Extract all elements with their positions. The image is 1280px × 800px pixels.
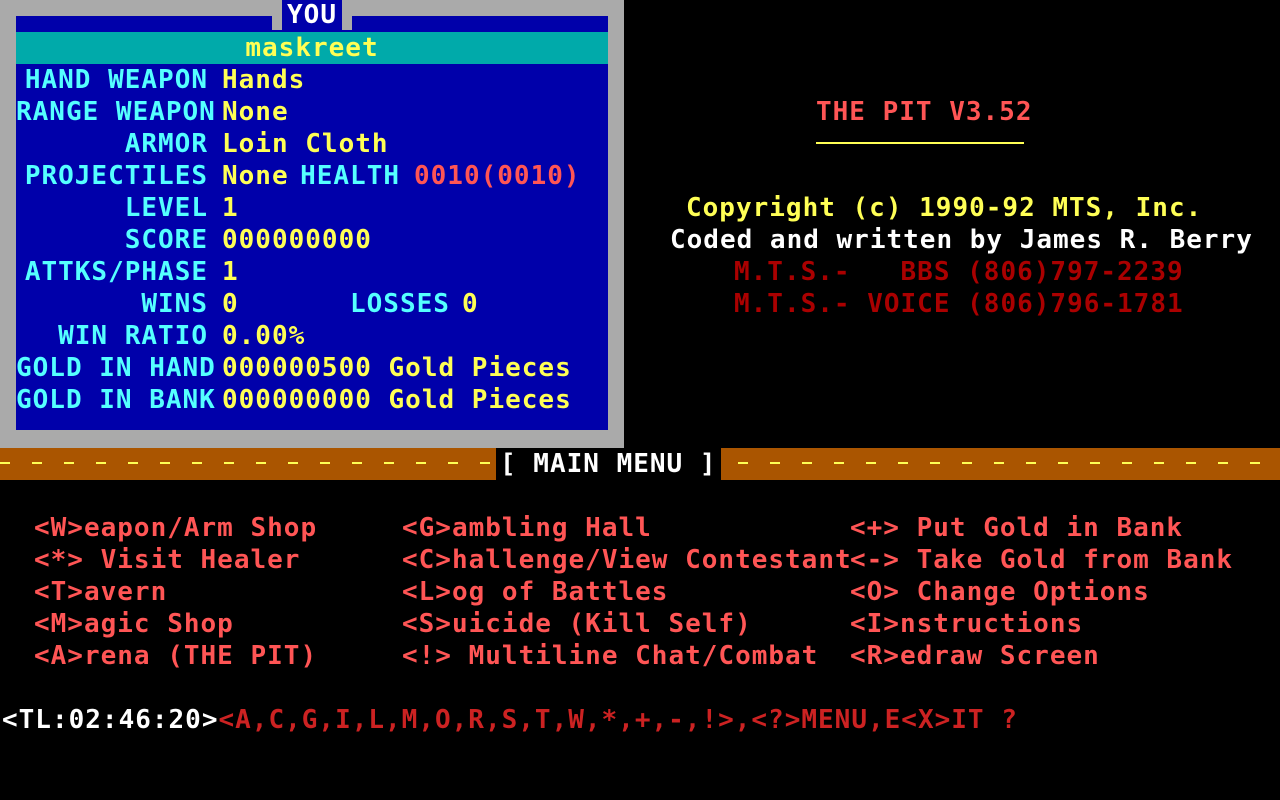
- attacks-per-phase-label: ATTKS/PHASE: [24, 257, 208, 287]
- menu-item-take-gold-from-bank[interactable]: <-> Take Gold from Bank: [850, 544, 1233, 576]
- losses-value: 0: [462, 289, 479, 319]
- menu-item-gambling-hall[interactable]: <G>ambling Hall: [402, 512, 652, 544]
- menu-item-tavern[interactable]: <T>avern: [34, 576, 167, 608]
- menu-item-multiline-chat[interactable]: <!> Multiline Chat/Combat: [402, 640, 818, 672]
- wins-value: 0: [222, 289, 239, 319]
- game-title: THE PIT V3.52: [816, 97, 1033, 127]
- menu-item-put-gold-in-bank[interactable]: <+> Put Gold in Bank: [850, 512, 1183, 544]
- score-value: 000000000: [222, 225, 372, 255]
- menu-item-challenge[interactable]: <C>hallenge/View Contestant: [402, 544, 852, 576]
- voice-phone-line: M.T.S.- VOICE (806)796-1781: [734, 289, 1184, 319]
- gold-in-bank-value: 000000000 Gold Pieces: [222, 385, 572, 415]
- win-ratio-label: WIN RATIO: [58, 321, 208, 351]
- menu-item-change-options[interactable]: <O> Change Options: [850, 576, 1150, 608]
- level-label: LEVEL: [124, 193, 208, 223]
- hand-weapon-label: HAND WEAPON: [24, 65, 208, 95]
- player-name: maskreet: [16, 32, 608, 64]
- armor-label: ARMOR: [124, 129, 208, 159]
- hand-weapon-value: Hands: [222, 65, 306, 95]
- command-prompt[interactable]: <TL:02:46:20><A,C,G,I,L,M,O,R,S,T,W,*,+,…: [2, 704, 1018, 736]
- command-options: <A,C,G,I,L,M,O,R,S,T,W,*,+,-,!>,<?>MENU,…: [218, 705, 1018, 735]
- menu-bar-dash-right: [706, 462, 1280, 464]
- armor-value: Loin Cloth: [222, 129, 389, 159]
- menu-item-weapon-shop[interactable]: <W>eapon/Arm Shop: [34, 512, 317, 544]
- menu-item-instructions[interactable]: <I>nstructions: [850, 608, 1083, 640]
- projectiles-label: PROJECTILES: [24, 161, 208, 191]
- menu-item-redraw-screen[interactable]: <R>edraw Screen: [850, 640, 1100, 672]
- bbs-phone-line: M.T.S.- BBS (806)797-2239: [734, 257, 1184, 287]
- gold-in-hand-label: GOLD IN HAND: [16, 353, 216, 383]
- range-weapon-value: None: [222, 97, 289, 127]
- main-menu-title: [ MAIN MENU ]: [496, 448, 721, 480]
- title-underline: [816, 142, 1024, 144]
- score-label: SCORE: [124, 225, 208, 255]
- health-label: HEALTH: [300, 161, 400, 191]
- menu-item-log-of-battles[interactable]: <L>og of Battles: [402, 576, 668, 608]
- copyright-line: Copyright (c) 1990-92 MTS, Inc.: [686, 193, 1203, 223]
- menu-item-magic-shop[interactable]: <M>agic Shop: [34, 608, 234, 640]
- range-weapon-label: RANGE WEAPON: [16, 97, 216, 127]
- wins-label: WINS: [141, 289, 208, 319]
- menu-item-suicide[interactable]: <S>uicide (Kill Self): [402, 608, 752, 640]
- win-ratio-value: 0.00%: [222, 321, 306, 351]
- menu-item-arena[interactable]: <A>rena (THE PIT): [34, 640, 317, 672]
- menu-item-visit-healer[interactable]: <*> Visit Healer: [34, 544, 300, 576]
- attacks-per-phase-value: 1: [222, 257, 239, 287]
- health-value: 0010(0010): [414, 161, 581, 191]
- credits-line: Coded and written by James R. Berry: [670, 225, 1253, 255]
- losses-label: LOSSES: [350, 289, 450, 319]
- time-left: <TL:02:46:20>: [2, 705, 219, 735]
- level-value: 1: [222, 193, 239, 223]
- panel-title: YOU: [282, 0, 342, 30]
- gold-in-hand-value: 000000500 Gold Pieces: [222, 353, 572, 383]
- menu-bar-dash-left: [0, 462, 490, 464]
- gold-in-bank-label: GOLD IN BANK: [16, 385, 216, 415]
